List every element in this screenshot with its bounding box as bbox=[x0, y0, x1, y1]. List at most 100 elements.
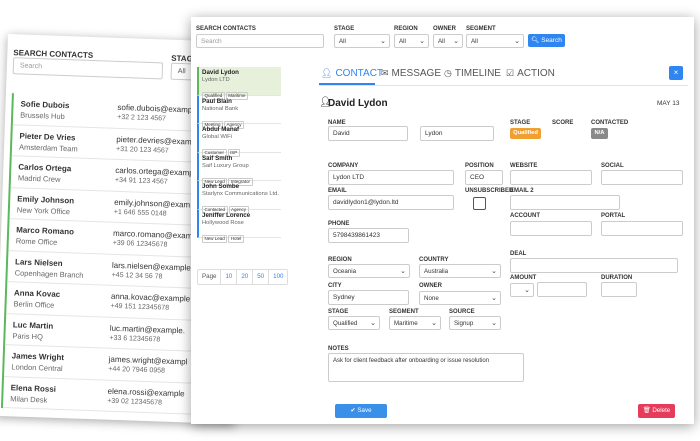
bg-contact-phone: +33 6 12345678 bbox=[109, 334, 161, 343]
bg-contact-email: luc.martin@example. bbox=[109, 323, 186, 335]
tabs-divider bbox=[319, 85, 688, 86]
account-field[interactable] bbox=[510, 221, 592, 236]
email2-field[interactable] bbox=[510, 195, 620, 210]
search-button-label: Search bbox=[541, 37, 562, 44]
stage-filter-select[interactable]: All ⌄ bbox=[334, 34, 390, 48]
stage-select[interactable]: Qualified ⌄ bbox=[328, 316, 380, 330]
email-field[interactable]: davidlydon1@lydon.ltd bbox=[328, 195, 454, 210]
bg-contact-location: Milan Desk bbox=[10, 393, 48, 405]
bg-contact-email: carlos.ortega@exampl bbox=[115, 165, 196, 178]
owner-filter-select[interactable]: All ⌄ bbox=[433, 34, 463, 48]
tab-action[interactable]: ☑︎ ACTION bbox=[506, 68, 555, 79]
contact-name: John Sombe bbox=[202, 183, 240, 190]
social-field[interactable] bbox=[601, 170, 683, 185]
company-field[interactable]: Lydon LTD bbox=[328, 170, 454, 185]
contact-list-item[interactable]: Paul Blain National Bank Meeting Agency bbox=[197, 95, 281, 129]
close-button[interactable]: × bbox=[669, 66, 683, 80]
stage2-label: STAGE bbox=[328, 309, 349, 315]
segment-filter-value: All bbox=[471, 38, 478, 45]
bg-search-input[interactable]: Search bbox=[12, 57, 164, 80]
deal-label: DEAL bbox=[510, 251, 527, 257]
bg-contact-phone: +39 06 12345678 bbox=[112, 239, 168, 249]
tab-timeline-label: TIMELINE bbox=[454, 68, 501, 79]
chevron-down-icon: ⌄ bbox=[380, 38, 386, 45]
search-input[interactable]: Search bbox=[196, 34, 324, 48]
unsubscribed-checkbox[interactable] bbox=[473, 197, 486, 210]
segment-value: Maritime bbox=[394, 320, 418, 327]
bg-contact-name: Marco Romano bbox=[16, 225, 75, 237]
contact-date: MAY 13 bbox=[657, 100, 680, 107]
segment-select[interactable]: Maritime ⌄ bbox=[389, 316, 441, 330]
country-select[interactable]: Australia ⌄ bbox=[419, 264, 501, 278]
contact-name: Jeniffer Lorence bbox=[202, 211, 251, 219]
contacted-label: CONTACTED bbox=[591, 120, 629, 126]
bg-contact-location: Madrid Crew bbox=[17, 173, 61, 184]
phone-field[interactable]: 5798439861423 bbox=[328, 228, 409, 243]
bg-contact-phone: +39 02 12345678 bbox=[107, 397, 163, 407]
save-button[interactable]: ✔︎ Save bbox=[335, 404, 387, 418]
search-placeholder: Search bbox=[201, 38, 222, 45]
position-field[interactable]: CEO bbox=[465, 170, 503, 185]
bg-contact-name: Luc Martin bbox=[12, 319, 54, 331]
bg-contact-name: Pieter De Vries bbox=[19, 130, 76, 142]
page-size-option[interactable]: 50 bbox=[253, 270, 270, 284]
last-name-field[interactable]: Lydon bbox=[420, 126, 494, 141]
tab-message[interactable]: ✉︎ MESSAGE bbox=[381, 68, 441, 79]
owner-filter-value: All bbox=[438, 38, 445, 45]
bg-contact-email: sofie.dubois@exampl bbox=[117, 102, 195, 115]
tab-contact[interactable]: 👤︎ CONTACT bbox=[321, 68, 383, 79]
delete-button[interactable]: 🗑︎ Delete bbox=[638, 404, 675, 418]
deal-field[interactable] bbox=[510, 258, 678, 273]
source-select[interactable]: Signup ⌄ bbox=[449, 316, 501, 330]
page-size-option[interactable]: 100 bbox=[269, 270, 287, 284]
bg-contact-phone: +44 20 7946 0958 bbox=[108, 365, 166, 375]
contact-company: Starlynx Communications Ltd. bbox=[202, 191, 280, 197]
city-field[interactable]: Sydney bbox=[328, 290, 409, 305]
bg-contact-name: James Wright bbox=[11, 351, 65, 363]
notes-textarea[interactable]: Ask for client feedback after onboarding… bbox=[328, 353, 524, 382]
page-size-option[interactable]: 10 bbox=[221, 270, 238, 284]
contact-list-item[interactable]: Jeniffer Lorence Hollywood Rose New Lead… bbox=[197, 209, 281, 243]
region-filter-label: REGION bbox=[394, 26, 418, 32]
search-button[interactable]: 🔍︎ Search bbox=[528, 34, 565, 47]
segment-filter-select[interactable]: All ⌄ bbox=[466, 34, 524, 48]
bg-contact-email: lars.nielsen@example bbox=[111, 260, 191, 273]
bg-contact-phone: +45 12 34 56 78 bbox=[111, 271, 163, 281]
source-label: SOURCE bbox=[449, 309, 475, 315]
email-label: EMAIL bbox=[328, 188, 347, 194]
contact-list-item[interactable]: David Lydon Lydon LTD Qualified Maritime bbox=[197, 67, 281, 100]
contact-editor-panel: SEARCH CONTACTS Search STAGE All ⌄ REGION… bbox=[191, 17, 694, 424]
segment-label: SEGMENT bbox=[389, 309, 419, 315]
region-filter-select[interactable]: All ⌄ bbox=[394, 34, 429, 48]
stage-filter-value: All bbox=[339, 38, 346, 45]
bg-contact-name: Elena Rossi bbox=[10, 382, 57, 394]
owner-select[interactable]: None ⌄ bbox=[419, 291, 501, 305]
contact-list-item[interactable]: Abdul Manaf Global WiFi Customer ISP bbox=[197, 124, 281, 157]
contact-tag: New Lead bbox=[202, 234, 228, 243]
page-size-option[interactable]: 20 bbox=[237, 270, 254, 284]
pagination: Page 10 20 50 100 bbox=[197, 269, 289, 285]
stage-label: STAGE bbox=[510, 120, 531, 126]
contact-name: Saif Smith bbox=[202, 154, 233, 162]
contact-list-item[interactable]: Saif Smith Saif Luxury Group New Lead Int… bbox=[197, 152, 281, 186]
contact-list-item[interactable]: John Sombe Starlynx Communications Ltd. … bbox=[197, 181, 281, 214]
portal-field[interactable] bbox=[601, 221, 683, 236]
duration-field[interactable] bbox=[601, 282, 637, 297]
clock-icon: ◷ bbox=[444, 68, 452, 78]
duration-label: DURATION bbox=[601, 275, 633, 281]
contact-company: Global WiFi bbox=[202, 134, 232, 140]
tab-timeline[interactable]: ◷ TIMELINE bbox=[444, 68, 501, 79]
city-label: CITY bbox=[328, 283, 342, 289]
region-label: REGION bbox=[328, 257, 352, 263]
amount-field[interactable] bbox=[537, 282, 587, 297]
website-field[interactable] bbox=[510, 170, 592, 185]
contact-list: David Lydon Lydon LTD Qualified Maritime … bbox=[197, 67, 281, 243]
first-name-field[interactable]: David bbox=[328, 126, 408, 141]
contacted-badge: N/A bbox=[591, 128, 608, 139]
tab-action-label: ACTION bbox=[517, 68, 555, 79]
chevron-down-icon: ⌄ bbox=[524, 287, 530, 294]
region-select[interactable]: Oceania ⌄ bbox=[328, 264, 410, 278]
bg-contact-location: Copenhagen Branch bbox=[14, 267, 84, 280]
currency-select[interactable]: ⌄ bbox=[510, 283, 534, 297]
bg-contact-phone: +34 91 123 4567 bbox=[114, 176, 168, 186]
